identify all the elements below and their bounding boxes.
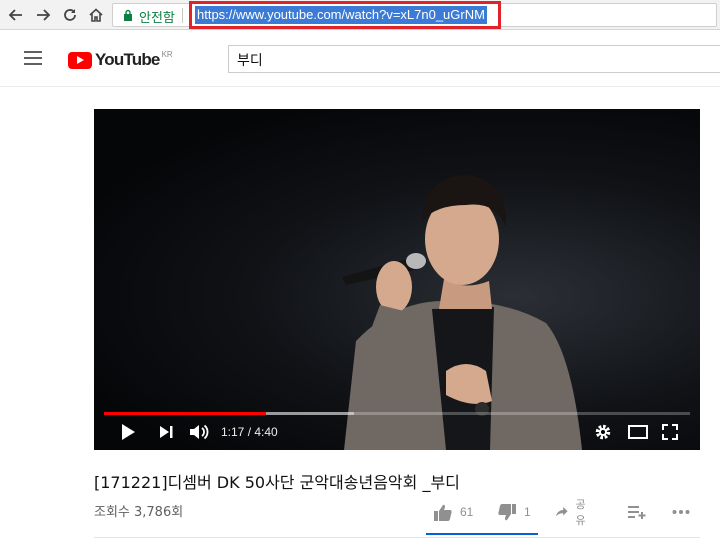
thumbs-down-icon	[498, 503, 516, 520]
more-actions-button[interactable]	[672, 501, 690, 523]
settings-icon	[595, 424, 611, 440]
url-text[interactable]: https://www.youtube.com/watch?v=xL7n0_uG…	[195, 6, 487, 24]
omnibox-separator	[182, 8, 183, 23]
youtube-logo[interactable]: YouTube KR	[68, 49, 173, 71]
home-button[interactable]	[86, 5, 106, 25]
next-button[interactable]	[156, 422, 176, 442]
play-button[interactable]	[118, 422, 138, 442]
lock-icon	[124, 9, 132, 21]
video-frame-image	[342, 175, 582, 450]
next-icon	[160, 426, 173, 438]
menu-icon[interactable]	[24, 51, 44, 67]
dislike-button[interactable]: 1	[498, 501, 531, 523]
progress-bar[interactable]	[104, 412, 690, 415]
play-icon	[122, 424, 135, 440]
secure-label: 안전함	[139, 11, 175, 26]
logo-text: YouTube	[95, 50, 160, 69]
sentiment-bar	[426, 533, 538, 535]
like-count: 61	[460, 505, 474, 519]
share-icon	[556, 506, 568, 517]
dislike-count: 1	[524, 505, 531, 519]
browser-toolbar: 안전함 https://www.youtube.com/watch?v=xL7n…	[0, 0, 720, 30]
view-count: 조회수 3,786회	[94, 505, 184, 520]
share-label: 공유	[575, 498, 586, 527]
section-divider	[94, 537, 700, 538]
youtube-header: YouTube KR 부디	[0, 31, 720, 87]
logo-region: KR	[161, 50, 173, 59]
url-highlight-box: https://www.youtube.com/watch?v=xL7n0_uG…	[189, 1, 501, 29]
theater-mode-button[interactable]	[626, 422, 650, 442]
share-button[interactable]: 공유	[556, 498, 590, 527]
fullscreen-button[interactable]	[660, 422, 680, 442]
forward-button[interactable]	[33, 5, 53, 25]
add-to-playlist-button[interactable]	[628, 501, 646, 523]
fullscreen-icon	[662, 424, 678, 440]
theater-mode-icon	[628, 425, 648, 439]
youtube-play-logo-icon	[68, 51, 92, 69]
like-button[interactable]: 61	[434, 501, 473, 523]
address-bar[interactable]: 안전함 https://www.youtube.com/watch?v=xL7n…	[112, 1, 717, 29]
reload-icon	[64, 9, 76, 21]
arrow-left-icon	[8, 9, 22, 21]
thumbs-up-icon	[434, 504, 452, 521]
settings-button[interactable]	[593, 422, 613, 442]
arrow-right-icon	[37, 9, 51, 21]
search-value: 부디	[237, 53, 263, 69]
playlist-add-icon	[628, 506, 646, 519]
time-display: 1:17 / 4:40	[221, 425, 278, 439]
video-player[interactable]: 1:17 / 4:40	[94, 109, 700, 450]
video-title: [171221]디셈버 DK 50사단 군악대송년음악회 _부디	[94, 473, 460, 492]
home-icon	[89, 8, 103, 22]
more-icon	[672, 510, 690, 514]
volume-button[interactable]	[188, 422, 210, 442]
played-bar	[104, 412, 267, 415]
reload-button[interactable]	[60, 5, 80, 25]
volume-icon	[190, 424, 209, 440]
back-button[interactable]	[6, 5, 26, 25]
search-input[interactable]: 부디	[228, 45, 720, 73]
